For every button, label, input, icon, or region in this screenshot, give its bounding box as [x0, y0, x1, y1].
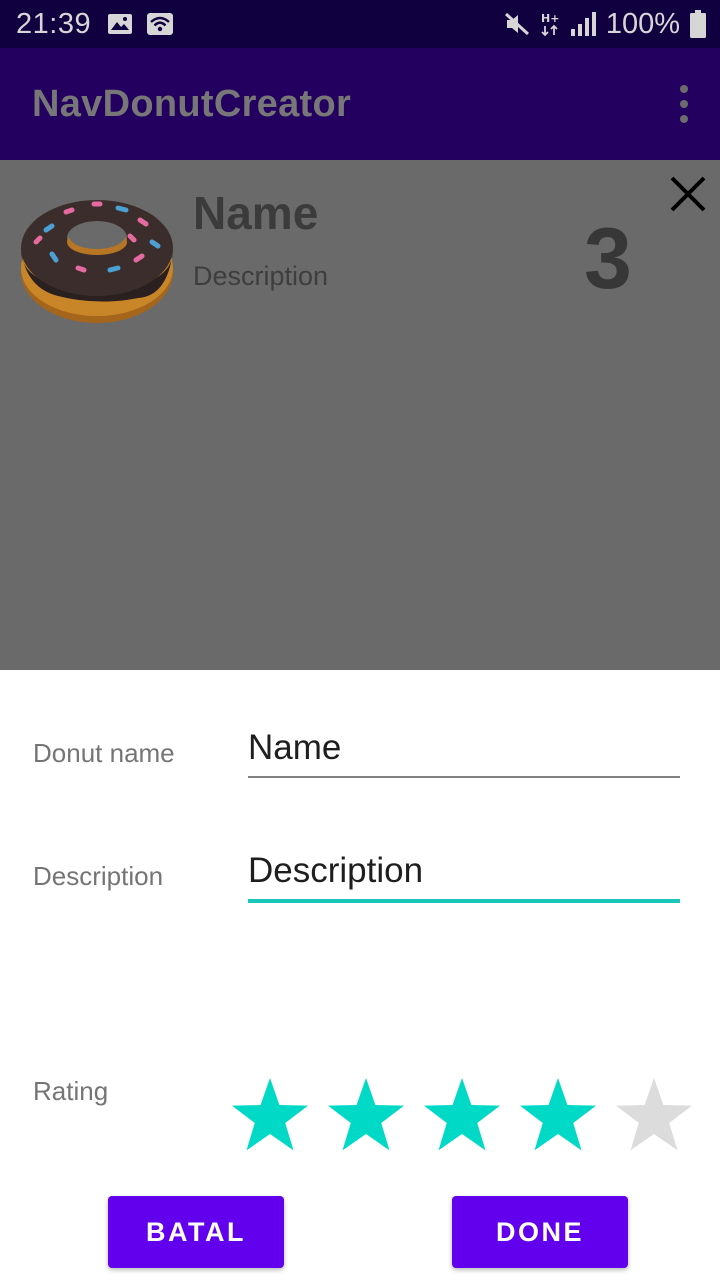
done-button[interactable]: DONE: [452, 1196, 628, 1268]
wifi-icon: [147, 13, 174, 35]
donut-name-label: Donut name: [33, 738, 175, 768]
menu-dot: [680, 100, 688, 108]
star-filled-icon[interactable]: [324, 1074, 408, 1158]
description-label: Description: [33, 861, 164, 891]
rating-label: Rating: [33, 1076, 109, 1106]
donut-item-name: Name: [193, 187, 319, 239]
image-icon: [108, 14, 133, 34]
donut-list: Name Description 3: [0, 160, 720, 670]
signal-icon: [570, 12, 596, 36]
donut-editor-sheet: Donut name Name Description Description …: [0, 670, 720, 1280]
star-filled-icon[interactable]: [516, 1074, 600, 1158]
rating-bar[interactable]: [228, 1074, 696, 1158]
close-icon[interactable]: [664, 170, 712, 218]
status-left-icons: [107, 13, 174, 35]
overflow-menu-icon[interactable]: [672, 80, 696, 128]
svg-text:H+: H+: [541, 12, 559, 25]
app-bar: NavDonutCreator: [0, 48, 720, 160]
battery-icon: [690, 10, 706, 38]
donut-item-description: Description: [193, 261, 329, 291]
donut-icon: [21, 200, 173, 323]
description-input[interactable]: Description: [248, 851, 680, 903]
mute-icon: [504, 12, 529, 36]
status-right: H+ 100%: [504, 8, 706, 41]
app-title: NavDonutCreator: [32, 82, 352, 125]
donut-list-item[interactable]: Name Description 3: [0, 160, 720, 340]
menu-dot: [680, 115, 688, 123]
menu-dot: [680, 85, 688, 93]
donut-item-rating: 3: [584, 211, 632, 307]
donut-name-input[interactable]: Name: [248, 728, 680, 778]
star-filled-icon[interactable]: [420, 1074, 504, 1158]
battery-percent: 100%: [605, 7, 680, 40]
cancel-button[interactable]: BATAL: [108, 1196, 284, 1268]
star-filled-icon[interactable]: [228, 1074, 312, 1158]
status-bar: 21:39 H+ 100%: [0, 0, 720, 48]
star-empty-icon[interactable]: [612, 1074, 696, 1158]
hplus-network-icon: H+: [541, 12, 559, 37]
status-time: 21:39: [16, 7, 92, 40]
